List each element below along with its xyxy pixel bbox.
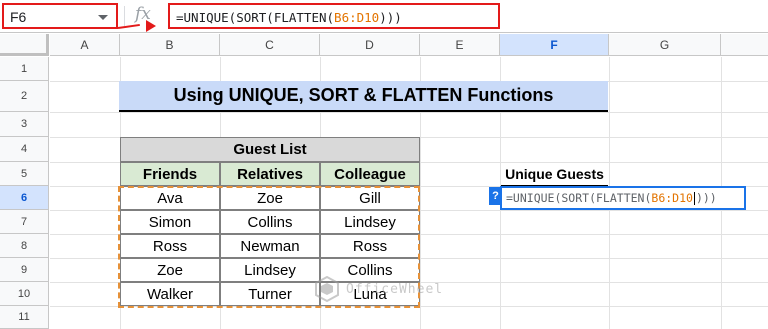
gridline <box>50 306 768 307</box>
table-cell[interactable]: Lindsey <box>220 258 320 282</box>
row-header-1[interactable]: 1 <box>0 57 49 81</box>
formula-input[interactable]: =UNIQUE(SORT(FLATTEN(B6:D10))) <box>168 3 500 29</box>
text-cursor <box>693 192 695 205</box>
table-cell[interactable]: Gill <box>320 186 420 210</box>
formula-part-func: =UNIQUE(SORT(FLATTEN( <box>176 10 335 25</box>
column-header-b[interactable]: B <box>120 34 220 56</box>
formula-bar-divider <box>124 6 125 26</box>
cell-formula-close: ))) <box>695 191 717 205</box>
row-header-10[interactable]: 10 <box>0 282 49 306</box>
table-cell[interactable]: Ava <box>120 186 220 210</box>
table-cell[interactable]: Zoe <box>120 258 220 282</box>
watermark: OfficeWheel <box>314 276 443 302</box>
row-header-3[interactable]: 3 <box>0 112 49 137</box>
column-header-a[interactable]: A <box>50 34 120 56</box>
watermark-text: OfficeWheel <box>346 281 444 297</box>
gridline <box>50 112 768 113</box>
column-header-g[interactable]: G <box>609 34 721 56</box>
sheet-title[interactable]: Using UNIQUE, SORT & FLATTEN Functions <box>119 81 608 112</box>
table-cell[interactable]: Ross <box>320 234 420 258</box>
row-header-9[interactable]: 9 <box>0 258 49 282</box>
officewheel-logo-icon <box>315 276 339 302</box>
table-cell[interactable]: Newman <box>220 234 320 258</box>
active-cell-editor[interactable]: =UNIQUE(SORT(FLATTEN(B6:D10))) <box>500 186 746 210</box>
header-friends[interactable]: Friends <box>120 162 220 186</box>
cell-formula-func: =UNIQUE(SORT(FLATTEN( <box>506 191 652 205</box>
select-all-corner[interactable] <box>0 34 49 56</box>
row-header-2[interactable]: 2 <box>0 81 49 112</box>
unique-guests-label[interactable]: Unique Guests <box>501 162 608 186</box>
name-box[interactable]: F6 <box>2 3 118 29</box>
column-header-d[interactable]: D <box>320 34 420 56</box>
table-cell[interactable]: Lindsey <box>320 210 420 234</box>
cell-formula-text: =UNIQUE(SORT(FLATTEN(B6:D10))) <box>506 191 717 205</box>
table-cell[interactable]: Turner <box>220 282 320 306</box>
row-header-11[interactable]: 11 <box>0 306 49 329</box>
formula-help-button[interactable]: ? <box>489 187 502 205</box>
table-cell[interactable]: Zoe <box>220 186 320 210</box>
row-header-8[interactable]: 8 <box>0 234 49 258</box>
column-header-e[interactable]: E <box>420 34 500 56</box>
column-header-c[interactable]: C <box>220 34 320 56</box>
row-header-5[interactable]: 5 <box>0 162 49 186</box>
table-cell[interactable]: Ross <box>120 234 220 258</box>
formula-part-range: B6:D10 <box>334 10 380 25</box>
formula-bar-area: F6 fx =UNIQUE(SORT(FLATTEN(B6:D10))) <box>0 0 768 33</box>
column-header-f[interactable]: F <box>500 34 609 56</box>
table-cell[interactable]: Collins <box>220 210 320 234</box>
header-colleague[interactable]: Colleague <box>320 162 420 186</box>
name-box-value: F6 <box>10 9 27 25</box>
formula-text: =UNIQUE(SORT(FLATTEN(B6:D10))) <box>176 10 402 25</box>
annotation-arrow-head-icon <box>146 20 156 32</box>
header-relatives[interactable]: Relatives <box>220 162 320 186</box>
formula-part-close: ))) <box>379 10 402 25</box>
row-header-6[interactable]: 6 <box>0 186 49 210</box>
table-cell[interactable]: Simon <box>120 210 220 234</box>
row-header-7[interactable]: 7 <box>0 210 49 234</box>
table-cell[interactable]: Walker <box>120 282 220 306</box>
row-header-4[interactable]: 4 <box>0 137 49 162</box>
cell-formula-range: B6:D10 <box>651 191 693 205</box>
guest-list-caption[interactable]: Guest List <box>120 137 420 162</box>
chevron-down-icon[interactable] <box>98 15 108 20</box>
column-header-h[interactable] <box>721 34 768 56</box>
